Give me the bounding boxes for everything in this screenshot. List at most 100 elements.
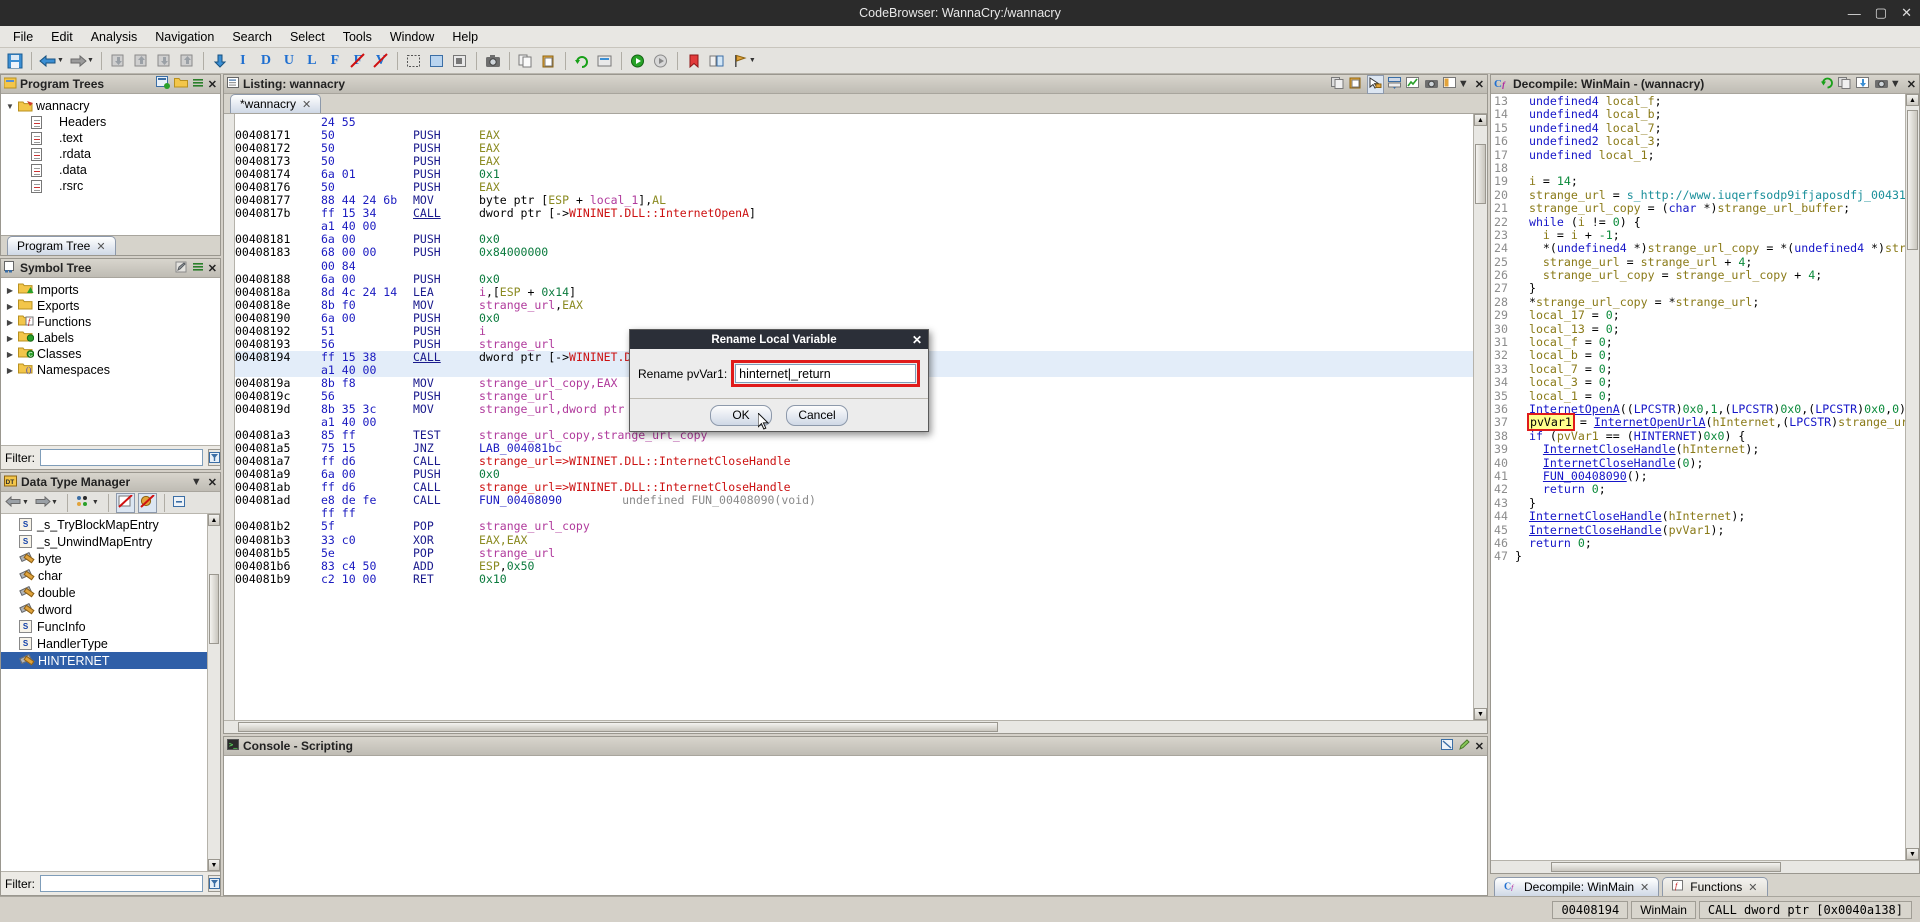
tab-functions[interactable]: f Functions ✕ bbox=[1662, 877, 1768, 896]
listing-row[interactable]: 0040817b ff 15 34 CALL dword ptr [->WININET… bbox=[235, 207, 1473, 220]
tree-node-rdata[interactable]: .rdata bbox=[5, 146, 220, 162]
listing-horizontal-scrollbar[interactable] bbox=[224, 720, 1487, 733]
chevron-down-icon[interactable]: ▼ bbox=[1890, 78, 1901, 90]
back-arrow-icon[interactable] bbox=[37, 50, 59, 72]
data-type-scrollbar[interactable]: ▲ ▼ bbox=[207, 514, 220, 871]
collapse-arrow-icon[interactable]: ▶ bbox=[5, 350, 15, 359]
line-code[interactable]: local_13 = 0; bbox=[1515, 322, 1620, 336]
decompiled-code[interactable]: 13 undefined4 local_f; 14 undefined4 loca… bbox=[1491, 94, 1905, 860]
decompiler-line[interactable]: 15 undefined4 local_7; bbox=[1491, 121, 1905, 135]
maximize-button[interactable]: ▢ bbox=[1875, 5, 1887, 21]
paste-icon[interactable] bbox=[538, 50, 560, 72]
flag-dropdown-icon[interactable]: ▼ bbox=[749, 57, 756, 64]
decompiler-horizontal-scrollbar[interactable] bbox=[1491, 860, 1919, 873]
menu-tools[interactable]: Tools bbox=[334, 28, 381, 46]
new-datatype-icon[interactable] bbox=[75, 495, 92, 511]
label-icon[interactable]: L bbox=[301, 50, 323, 72]
symbol-tree-filter-input[interactable] bbox=[40, 449, 203, 466]
decompiler-scrollbar[interactable]: ▲ ▼ bbox=[1905, 94, 1919, 860]
decompiler-line[interactable]: 23 i = i + -1; bbox=[1491, 228, 1905, 242]
menu-window[interactable]: Window bbox=[381, 28, 443, 46]
listing-scrollbar[interactable]: ▲ ▼ bbox=[1473, 114, 1487, 720]
minimize-button[interactable]: — bbox=[1848, 6, 1861, 21]
chart-icon[interactable] bbox=[1405, 76, 1420, 92]
symbol-node-labels[interactable]: ▶ Labels bbox=[5, 330, 220, 346]
decompiler-line[interactable]: 27 } bbox=[1491, 282, 1905, 296]
save-icon[interactable] bbox=[4, 50, 26, 72]
decompiler-line[interactable]: 38 if (pvVar1 == (HINTERNET)0x0) { bbox=[1491, 429, 1905, 443]
line-code[interactable]: local_b = 0; bbox=[1515, 349, 1613, 363]
nav-down-4-icon[interactable] bbox=[176, 50, 198, 72]
back-dropdown-icon[interactable]: ▼ bbox=[22, 499, 29, 506]
menu-edit[interactable]: Edit bbox=[42, 28, 82, 46]
scroll-down-button[interactable]: ▼ bbox=[1474, 708, 1487, 720]
rename-input[interactable] bbox=[735, 364, 916, 383]
listing-operands[interactable]: dword ptr [->WININET.DLL::InternetOpenA] bbox=[479, 207, 756, 220]
collapse-arrow-icon[interactable]: ▶ bbox=[5, 318, 15, 327]
listing-row[interactable]: 004081b5 5e POP strange_url bbox=[235, 546, 1473, 560]
snapshot-list-icon[interactable] bbox=[1387, 76, 1402, 92]
line-code[interactable]: i = 14; bbox=[1515, 174, 1578, 188]
decompiler-line[interactable]: 13 undefined4 local_f; bbox=[1491, 94, 1905, 108]
decompiler-line[interactable]: 21 strange_url_copy = (char *)strange_ur… bbox=[1491, 201, 1905, 215]
listing-row[interactable]: 004081b6 83 c4 50 ADD ESP,0x50 bbox=[235, 559, 1473, 573]
decompiler-line[interactable]: 45 InternetCloseHandle(pvVar1); bbox=[1491, 523, 1905, 537]
decompiler-line[interactable]: 33 local_7 = 0; bbox=[1491, 362, 1905, 376]
data-icon[interactable]: D bbox=[255, 50, 277, 72]
select-block-icon[interactable] bbox=[449, 50, 471, 72]
decompiler-line[interactable]: 19 i = 14; bbox=[1491, 174, 1905, 188]
tab-program-tree[interactable]: Program Tree ✕ bbox=[7, 236, 116, 255]
decompiler-line[interactable]: 42 return 0; bbox=[1491, 482, 1905, 496]
forward-arrow-icon[interactable] bbox=[67, 50, 89, 72]
listing-operands[interactable]: 0x84000000 bbox=[479, 246, 548, 259]
line-code[interactable]: *(undefined4 *)strange_url_copy = *(unde… bbox=[1515, 241, 1905, 255]
close-panel-icon[interactable]: ✕ bbox=[208, 262, 217, 275]
line-code[interactable]: local_f = 0; bbox=[1515, 335, 1613, 349]
decompiler-line[interactable]: 41 FUN_00408090(); bbox=[1491, 469, 1905, 483]
line-code[interactable]: undefined4 local_b; bbox=[1515, 107, 1662, 121]
filter-pointers-off-icon[interactable] bbox=[137, 492, 157, 513]
scrollbar-thumb[interactable] bbox=[1551, 862, 1781, 872]
symbol-tree-body[interactable]: ▶ Imports ▶ Exports ▶ f Functions ▶ Labe… bbox=[1, 278, 220, 445]
scroll-down-button[interactable]: ▼ bbox=[1906, 848, 1919, 860]
refresh-icon[interactable] bbox=[571, 50, 593, 72]
decompiler-line[interactable]: 16 undefined2 local_3; bbox=[1491, 134, 1905, 148]
collapse-arrow-icon[interactable]: ▶ bbox=[5, 302, 15, 311]
down-arrow-icon[interactable] bbox=[209, 50, 231, 72]
run-icon[interactable] bbox=[627, 50, 649, 72]
listing-mnemonic[interactable]: LEA bbox=[413, 285, 479, 299]
collapse-arrow-icon[interactable]: ▶ bbox=[5, 334, 15, 343]
tab-decompile-winmain[interactable]: Cf Decompile: WinMain ✕ bbox=[1494, 877, 1660, 896]
line-code[interactable]: *strange_url_copy = *strange_url; bbox=[1515, 295, 1759, 309]
decompiler-line[interactable]: 17 undefined local_1; bbox=[1491, 148, 1905, 162]
listing-row[interactable]: 00408190 6a 00 PUSH 0x0 bbox=[235, 311, 1473, 325]
edit-console-icon[interactable] bbox=[1458, 738, 1471, 754]
scrollbar-thumb[interactable] bbox=[238, 722, 998, 732]
close-panel-icon[interactable]: ✕ bbox=[208, 476, 217, 489]
list-item[interactable]: dword bbox=[1, 601, 207, 618]
line-code[interactable]: return 0; bbox=[1515, 482, 1606, 496]
filter-off-icon[interactable] bbox=[115, 492, 135, 513]
tab-wannacry[interactable]: *wannacry ✕ bbox=[230, 94, 322, 113]
list-item[interactable]: S _s_TryBlockMapEntry bbox=[1, 516, 207, 533]
close-tab-icon[interactable]: ✕ bbox=[96, 240, 105, 253]
listing-row[interactable]: 0040818a 8d 4c 24 14 LEA i,[ESP + 0x14] bbox=[235, 285, 1473, 299]
listing-mnemonic[interactable]: PUSH bbox=[413, 246, 479, 259]
listing-mnemonic[interactable]: POP bbox=[413, 546, 479, 560]
clear-flow-icon[interactable]: F bbox=[347, 50, 369, 72]
menu-select[interactable]: Select bbox=[281, 28, 334, 46]
listing-mnemonic[interactable]: PUSH bbox=[413, 272, 479, 286]
line-code[interactable]: strange_url_copy = (char *)strange_url_b… bbox=[1515, 201, 1850, 215]
decompiler-line[interactable]: 43 } bbox=[1491, 496, 1905, 510]
filter-options-icon[interactable] bbox=[208, 449, 221, 466]
decompiler-line[interactable]: 28 *strange_url_copy = *strange_url; bbox=[1491, 295, 1905, 309]
line-code[interactable]: while (i != 0) { bbox=[1515, 215, 1641, 229]
decompiler-line[interactable]: 39 InternetCloseHandle(hInternet); bbox=[1491, 442, 1905, 456]
scrollbar-thumb[interactable] bbox=[1907, 110, 1918, 250]
undefined-icon[interactable]: U bbox=[278, 50, 300, 72]
collapse-all-icon[interactable] bbox=[172, 495, 187, 511]
listing-mnemonic[interactable] bbox=[413, 260, 479, 273]
forward-dropdown-icon[interactable]: ▼ bbox=[87, 57, 94, 64]
line-code[interactable]: InternetCloseHandle(hInternet); bbox=[1515, 442, 1759, 456]
scroll-down-button[interactable]: ▼ bbox=[208, 859, 220, 871]
